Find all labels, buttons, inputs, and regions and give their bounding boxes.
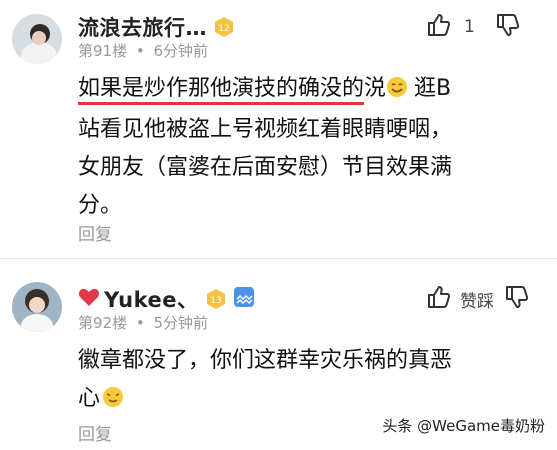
floor-number: 第91楼 <box>78 42 128 60</box>
smile-emoji-icon <box>102 383 124 421</box>
underlined-text: 如果是炒作那他演技的确没的 <box>78 76 365 105</box>
level-badge-icon: 12 <box>213 16 235 38</box>
comment-line: 女朋友（富婆在后面安慰）节目效果满 <box>78 155 453 180</box>
svg-text:12: 12 <box>218 24 229 34</box>
comment-line: 如果是炒作那他演技的确没的涚 逛B <box>78 70 538 111</box>
like-dislike-label: 赞踩 <box>460 291 494 312</box>
comment-text-fragment: 逛B <box>414 76 452 101</box>
heart-icon <box>78 287 100 311</box>
comment-line: 站看见他被盗上号视频红着眼睛哽咽， <box>78 117 453 142</box>
divider <box>0 258 557 259</box>
thumbs-down-icon[interactable] <box>495 12 521 42</box>
comment-text-fragment: 心 <box>78 386 101 411</box>
thumbs-up-icon[interactable] <box>426 12 452 42</box>
reply-button[interactable]: 回复 <box>78 220 112 245</box>
watermark: 头条 @WeGame毒奶粉 <box>382 417 545 435</box>
comment-body: 如果是炒作那他演技的确没的涚 逛B 站看见他被盗上号视频红着眼睛哽咽， 女朋友（… <box>78 70 538 225</box>
username[interactable]: 流浪去旅行… <box>78 12 207 42</box>
thumbs-up-icon[interactable] <box>426 284 452 314</box>
floor-number: 第92楼 <box>78 314 128 332</box>
avatar[interactable] <box>12 14 62 64</box>
comment-meta: 第91楼 • 6分钟前 <box>78 40 208 61</box>
comment-line: 徽章都没了，你们这群幸灾乐祸的真恶 <box>78 348 453 373</box>
gallery-badge-icon <box>233 286 255 312</box>
username[interactable]: Yukee、 <box>104 284 199 314</box>
comment-text-fragment: 涚 <box>364 76 387 101</box>
reply-button[interactable]: 回复 <box>78 420 112 445</box>
meta-separator: • <box>135 42 145 60</box>
meta-separator: • <box>135 314 145 332</box>
timestamp: 5分钟前 <box>153 314 209 332</box>
like-count: 1 <box>464 17 475 37</box>
smile-emoji-icon <box>386 73 408 111</box>
avatar[interactable] <box>12 282 62 332</box>
thumbs-down-icon[interactable] <box>504 284 530 314</box>
level-badge-icon: 13 <box>205 288 227 310</box>
timestamp: 6分钟前 <box>153 42 209 60</box>
comment-meta: 第92楼 • 5分钟前 <box>78 312 208 333</box>
comment-line: 分。 <box>78 193 123 218</box>
comment-body: 徽章都没了，你们这群幸灾乐祸的真恶 心 <box>78 342 538 421</box>
svg-text:13: 13 <box>210 296 221 306</box>
